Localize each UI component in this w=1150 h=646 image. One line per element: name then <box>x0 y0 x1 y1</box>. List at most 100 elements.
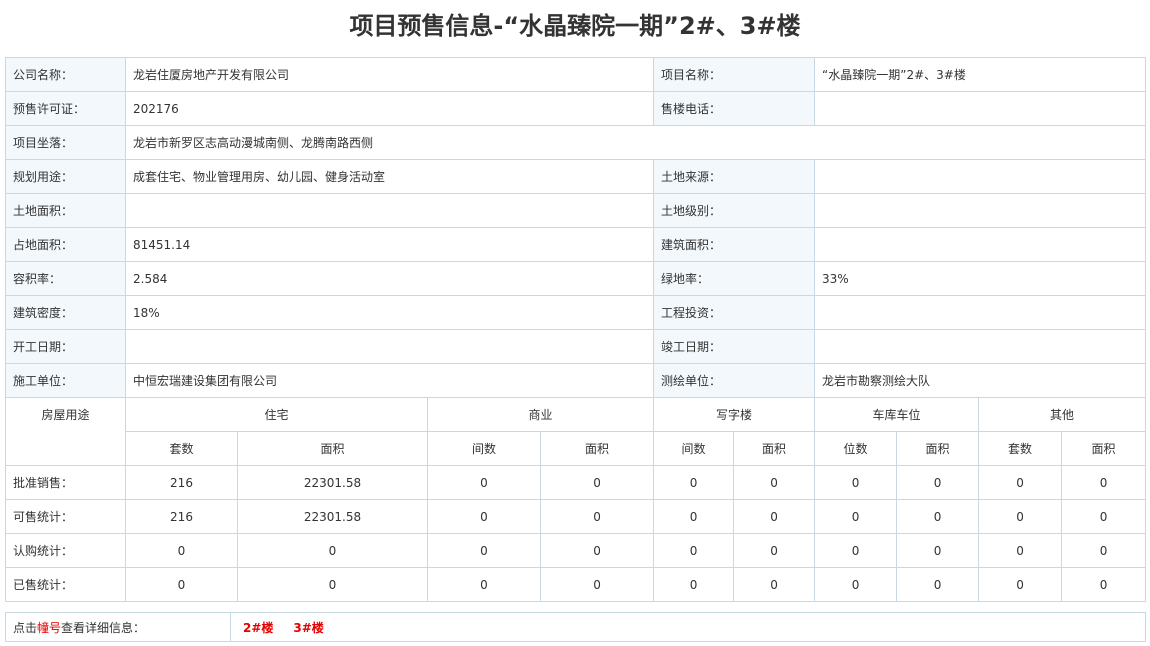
stats-cell: 0 <box>237 567 428 602</box>
subheader: 间数 <box>653 431 735 466</box>
stats-row: 认购统计： 0 0 0 0 0 0 0 0 0 0 <box>5 533 1147 568</box>
stats-cell: 0 <box>1061 567 1147 602</box>
stats-cell: 0 <box>814 533 898 568</box>
stats-cell: 22301.58 <box>237 465 428 500</box>
subheader: 面积 <box>237 431 428 466</box>
stats-cell: 0 <box>733 567 816 602</box>
stats-cell: 0 <box>237 533 428 568</box>
subheader: 面积 <box>539 431 655 466</box>
stats-cell: 216 <box>125 465 238 500</box>
stats-cell: 0 <box>125 567 238 602</box>
stats-cell: 22301.58 <box>237 499 428 534</box>
stats-row-label: 批准销售： <box>5 465 126 500</box>
stats-cell: 0 <box>427 533 541 568</box>
permit-value: 202176 <box>124 91 655 126</box>
stats-cell: 0 <box>427 499 541 534</box>
building-links-cell: 2#楼 3#楼 <box>230 612 1146 642</box>
group-header-residential: 住宅 <box>125 397 428 432</box>
far-label: 容积率： <box>5 261 126 296</box>
stats-cell: 0 <box>978 567 1063 602</box>
subheader: 面积 <box>733 431 816 466</box>
subheader: 套数 <box>978 431 1063 466</box>
stats-cell: 0 <box>653 567 735 602</box>
project-value: “水晶臻院一期”2#、3#楼 <box>814 57 1147 92</box>
footer-hint-prefix: 点击 <box>13 620 38 635</box>
permit-label: 预售许可证： <box>5 91 126 126</box>
investment-value <box>814 295 1147 330</box>
stats-cell: 0 <box>125 533 238 568</box>
phone-value <box>814 91 1147 126</box>
subheader: 套数 <box>125 431 238 466</box>
page-title: 项目预售信息-“水晶臻院一期”2#、3#楼 <box>349 12 801 40</box>
stats-cell: 0 <box>427 465 541 500</box>
group-header-office: 写字楼 <box>653 397 816 432</box>
stats-cell: 0 <box>539 567 655 602</box>
footer-hint-suffix: 查看详细信息： <box>61 620 146 635</box>
stats-cell: 0 <box>653 533 735 568</box>
info-row-company: 公司名称： 龙岩住厦房地产开发有限公司 项目名称： “水晶臻院一期”2#、3#楼 <box>5 57 1147 92</box>
building-link-2[interactable]: 2#楼 <box>243 621 273 635</box>
stats-cell: 0 <box>896 567 980 602</box>
info-row-usage: 规划用途： 成套住宅、物业管理用房、幼儿园、健身活动室 土地来源： <box>5 159 1147 194</box>
project-label: 项目名称： <box>653 57 816 92</box>
contractor-label: 施工单位： <box>5 363 126 398</box>
green-value: 33% <box>814 261 1147 296</box>
stats-row: 可售统计： 216 22301.58 0 0 0 0 0 0 0 0 <box>5 499 1147 534</box>
stats-cell: 0 <box>539 465 655 500</box>
usage-label: 规划用途： <box>5 159 126 194</box>
stats-cell: 0 <box>1061 465 1147 500</box>
footer-hint: 点击幢号查看详细信息： <box>5 612 231 642</box>
stats-subheader-row: 套数 面积 间数 面积 间数 面积 位数 面积 套数 面积 <box>6 431 1147 466</box>
stats-cell: 0 <box>1061 533 1147 568</box>
stats-cell: 0 <box>653 499 735 534</box>
density-value: 18% <box>124 295 655 330</box>
stats-cell: 0 <box>896 533 980 568</box>
stats-cell: 0 <box>733 533 816 568</box>
building-link-3[interactable]: 3#楼 <box>293 621 323 635</box>
land-area-label: 土地面积： <box>5 193 126 228</box>
footer-hint-highlight: 幢号 <box>37 620 62 635</box>
stats-cell: 0 <box>733 499 816 534</box>
building-area-value <box>814 227 1147 262</box>
company-label: 公司名称： <box>5 57 126 92</box>
stats-cell: 0 <box>814 567 898 602</box>
stats-cell: 0 <box>539 533 655 568</box>
subheader: 间数 <box>427 431 541 466</box>
stats-cell: 0 <box>1061 499 1147 534</box>
group-header-commercial: 商业 <box>426 397 655 432</box>
stats-row: 已售统计： 0 0 0 0 0 0 0 0 0 0 <box>5 567 1147 602</box>
land-source-label: 土地来源： <box>653 159 816 194</box>
stats-row-label: 已售统计： <box>5 567 126 602</box>
complete-date-value <box>814 329 1147 364</box>
company-value: 龙岩住厦房地产开发有限公司 <box>124 57 655 92</box>
stats-cell: 0 <box>653 465 735 500</box>
usage-value: 成套住宅、物业管理用房、幼儿园、健身活动室 <box>124 159 655 194</box>
subheader: 面积 <box>896 431 980 466</box>
occupied-area-label: 占地面积： <box>5 227 126 262</box>
info-row-far: 容积率： 2.584 绿地率： 33% <box>5 261 1147 296</box>
land-area-value <box>124 193 655 228</box>
land-grade-label: 土地级别： <box>653 193 816 228</box>
land-grade-value <box>814 193 1147 228</box>
info-row-occupied-area: 占地面积： 81451.14 建筑面积： <box>5 227 1147 262</box>
surveyor-value: 龙岩市勘察测绘大队 <box>814 363 1147 398</box>
phone-label: 售楼电话： <box>653 91 816 126</box>
stats-row-label: 认购统计： <box>5 533 126 568</box>
investment-label: 工程投资： <box>653 295 816 330</box>
stats-cell: 0 <box>896 499 980 534</box>
footer-building-links: 点击幢号查看详细信息： 2#楼 3#楼 <box>5 612 1146 642</box>
group-header-other: 其他 <box>978 397 1147 432</box>
start-date-label: 开工日期： <box>5 329 126 364</box>
start-date-value <box>124 329 655 364</box>
stats-cell: 216 <box>125 499 238 534</box>
location-label: 项目坐落： <box>5 125 126 160</box>
info-row-land-area: 土地面积： 土地级别： <box>5 193 1147 228</box>
info-row-contractor: 施工单位： 中恒宏瑞建设集团有限公司 测绘单位： 龙岩市勘察测绘大队 <box>5 363 1147 398</box>
stats-row-label: 可售统计： <box>5 499 126 534</box>
presale-info-table: 公司名称： 龙岩住厦房地产开发有限公司 项目名称： “水晶臻院一期”2#、3#楼… <box>5 57 1147 602</box>
info-row-start: 开工日期： 竣工日期： <box>5 329 1147 364</box>
complete-date-label: 竣工日期： <box>653 329 816 364</box>
stats-cell: 0 <box>539 499 655 534</box>
stats-group-header-row: 房屋用途 住宅 商业 写字楼 车库车位 其他 <box>5 397 1147 466</box>
location-value: 龙岩市新罗区志高动漫城南侧、龙腾南路西侧 <box>124 125 1147 160</box>
